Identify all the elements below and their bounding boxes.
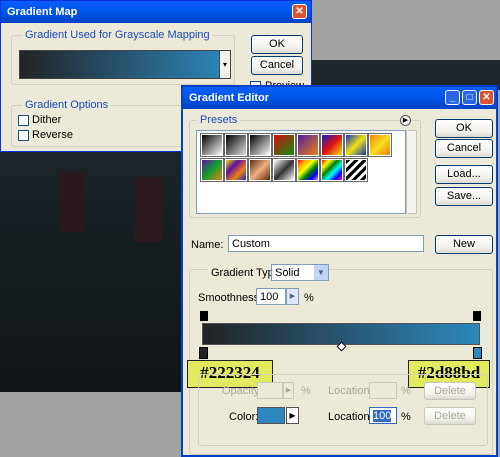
color-label: Color: bbox=[229, 411, 259, 423]
gradient-map-preview-bar[interactable] bbox=[19, 50, 231, 79]
gradient-map-ok-button[interactable]: OK bbox=[251, 35, 303, 54]
smoothness-slider-button[interactable]: ▶ bbox=[286, 288, 299, 305]
gradient-editor-ok-button[interactable]: OK bbox=[435, 119, 493, 138]
reverse-label: Reverse bbox=[32, 129, 73, 141]
gradient-editor-close-button[interactable]: ✕ bbox=[479, 90, 494, 105]
background-image bbox=[0, 152, 193, 392]
color-swatch[interactable] bbox=[257, 407, 285, 424]
color-location-label: Location: bbox=[328, 411, 373, 423]
name-input[interactable]: Custom bbox=[228, 235, 424, 252]
gradient-editor-title: Gradient Editor bbox=[189, 92, 270, 104]
color-arrow-icon[interactable]: ▶ bbox=[286, 407, 299, 424]
preset-blue-red-yellow[interactable] bbox=[320, 133, 344, 157]
color-stop-left[interactable] bbox=[199, 347, 208, 359]
new-button[interactable]: New bbox=[435, 235, 493, 254]
gradient-type-select[interactable]: Solid ▼ bbox=[271, 264, 329, 281]
opacity-location-label: Location: bbox=[328, 385, 373, 397]
preset-transparent-rainbow[interactable] bbox=[320, 158, 344, 182]
maximize-button[interactable]: □ bbox=[462, 90, 477, 105]
gradient-map-titlebar: Gradient Map bbox=[1, 1, 311, 23]
dither-label: Dither bbox=[32, 114, 62, 126]
background-window-left bbox=[60, 172, 85, 232]
load-button[interactable]: Load... bbox=[435, 165, 493, 184]
name-label: Name: bbox=[191, 239, 224, 251]
preset-violet-green-orange[interactable] bbox=[200, 158, 224, 182]
save-button[interactable]: Save... bbox=[435, 187, 493, 206]
presets-label: Presets bbox=[197, 114, 241, 126]
preset-red-green[interactable] bbox=[272, 133, 296, 157]
color-location-unit: % bbox=[401, 411, 411, 423]
gradient-dropdown-button[interactable]: ▾ bbox=[219, 50, 231, 79]
gradient-map-cancel-button[interactable]: Cancel bbox=[251, 56, 303, 75]
color-location-input[interactable]: 100 bbox=[369, 407, 397, 424]
gradient-used-group-label: Gradient Used for Grayscale Mapping bbox=[22, 29, 213, 41]
preset-foreground-to-transparent[interactable] bbox=[224, 133, 248, 157]
minimize-button[interactable]: _ bbox=[445, 90, 460, 105]
preset-violet-orange[interactable] bbox=[296, 133, 320, 157]
opacity-stop-right[interactable] bbox=[473, 311, 481, 321]
opacity-location-input bbox=[369, 382, 397, 399]
opacity-unit: % bbox=[301, 385, 311, 397]
preset-chrome[interactable] bbox=[272, 158, 296, 182]
preset-spectrum[interactable] bbox=[296, 158, 320, 182]
color-stop-right[interactable] bbox=[473, 347, 482, 359]
gradient-editor-cancel-button[interactable]: Cancel bbox=[435, 139, 493, 158]
color-location-value: 100 bbox=[373, 410, 392, 422]
gradient-type-value: Solid bbox=[275, 267, 300, 279]
chevron-down-icon: ▼ bbox=[314, 265, 328, 280]
preset-orange-yellow-orange[interactable] bbox=[368, 133, 392, 157]
opacity-delete-button: Delete bbox=[424, 382, 476, 400]
smoothness-unit: % bbox=[304, 292, 314, 304]
preset-copper[interactable] bbox=[248, 158, 272, 182]
preset-swatch-grid bbox=[196, 130, 406, 214]
chevron-down-icon: ▾ bbox=[222, 60, 227, 69]
smoothness-input[interactable]: 100 bbox=[256, 288, 286, 305]
smoothness-label: Smoothness: bbox=[198, 292, 263, 304]
gradient-map-title: Gradient Map bbox=[7, 6, 78, 18]
opacity-arrow-icon: ▶ bbox=[283, 382, 294, 399]
preset-yellow-violet-orange-blue[interactable] bbox=[224, 158, 248, 182]
opacity-input bbox=[257, 382, 283, 399]
preset-black-white[interactable] bbox=[248, 133, 272, 157]
preset-foreground-to-background[interactable] bbox=[200, 133, 224, 157]
background-window-right bbox=[135, 177, 163, 242]
gradient-options-group-label: Gradient Options bbox=[22, 99, 112, 111]
reverse-checkbox[interactable] bbox=[18, 130, 29, 141]
preset-transparent-stripes[interactable] bbox=[344, 158, 368, 182]
presets-scrollbar[interactable] bbox=[406, 130, 417, 214]
preset-blue-yellow-blue[interactable] bbox=[344, 133, 368, 157]
color-delete-button: Delete bbox=[424, 407, 476, 425]
presets-menu-arrow-icon[interactable]: ▶ bbox=[400, 115, 411, 126]
dither-checkbox[interactable] bbox=[18, 115, 29, 126]
opacity-location-unit: % bbox=[401, 385, 411, 397]
opacity-stop-left[interactable] bbox=[200, 311, 208, 321]
gradient-editor-dialog: Gradient Editor _ □ ✕ Presets ▶ OK Cance… bbox=[181, 85, 498, 457]
gradient-map-close-button[interactable]: ✕ bbox=[292, 4, 307, 19]
